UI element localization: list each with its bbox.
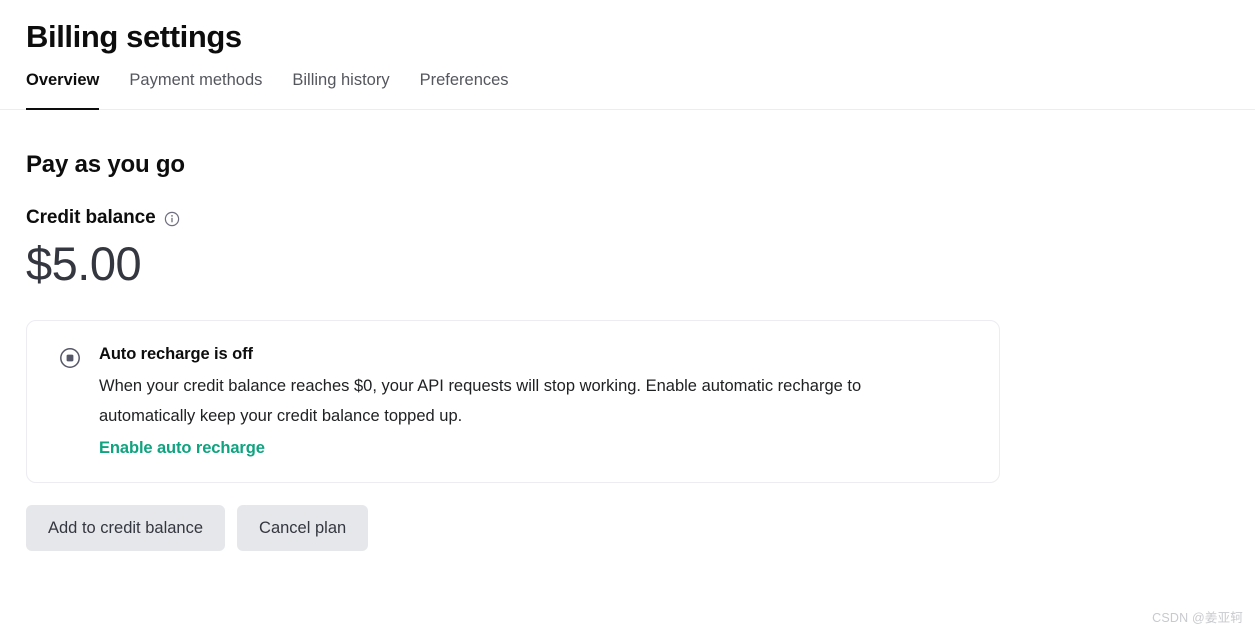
credit-balance-amount: $5.00: [26, 237, 142, 290]
section-title-pay-as-you-go: Pay as you go: [26, 151, 185, 178]
auto-recharge-card: Auto recharge is off When your credit ba…: [26, 320, 1000, 483]
watermark: CSDN @姜亚轲: [1152, 611, 1243, 625]
enable-auto-recharge-link[interactable]: Enable auto recharge: [99, 439, 265, 458]
tab-bar: Overview Payment methods Billing history…: [0, 70, 1255, 110]
action-button-row: Add to credit balance Cancel plan: [26, 505, 1255, 551]
page-header: Billing settings Overview Payment method…: [0, 0, 1255, 110]
auto-recharge-description: When your credit balance reaches $0, you…: [99, 377, 862, 425]
cancel-plan-button[interactable]: Cancel plan: [237, 505, 369, 551]
credit-balance-label-row: Credit balance: [26, 206, 1255, 230]
stop-circle-icon: [59, 347, 81, 369]
main-content: Pay as you go Credit balance $5.00 Auto …: [0, 110, 1255, 551]
auto-recharge-title: Auto recharge is off: [99, 345, 253, 363]
add-to-credit-balance-button[interactable]: Add to credit balance: [26, 505, 226, 551]
auto-recharge-body: Auto recharge is off When your credit ba…: [99, 343, 975, 458]
credit-balance-label: Credit balance: [26, 207, 156, 228]
tab-list: Overview Payment methods Billing history…: [26, 70, 1255, 110]
tab-preferences[interactable]: Preferences: [420, 70, 509, 109]
tab-overview[interactable]: Overview: [26, 70, 100, 110]
page-title: Billing settings: [26, 19, 242, 54]
info-circle-icon[interactable]: [164, 211, 180, 227]
tab-billing-history[interactable]: Billing history: [292, 70, 389, 109]
tab-payment-methods[interactable]: Payment methods: [129, 70, 262, 109]
